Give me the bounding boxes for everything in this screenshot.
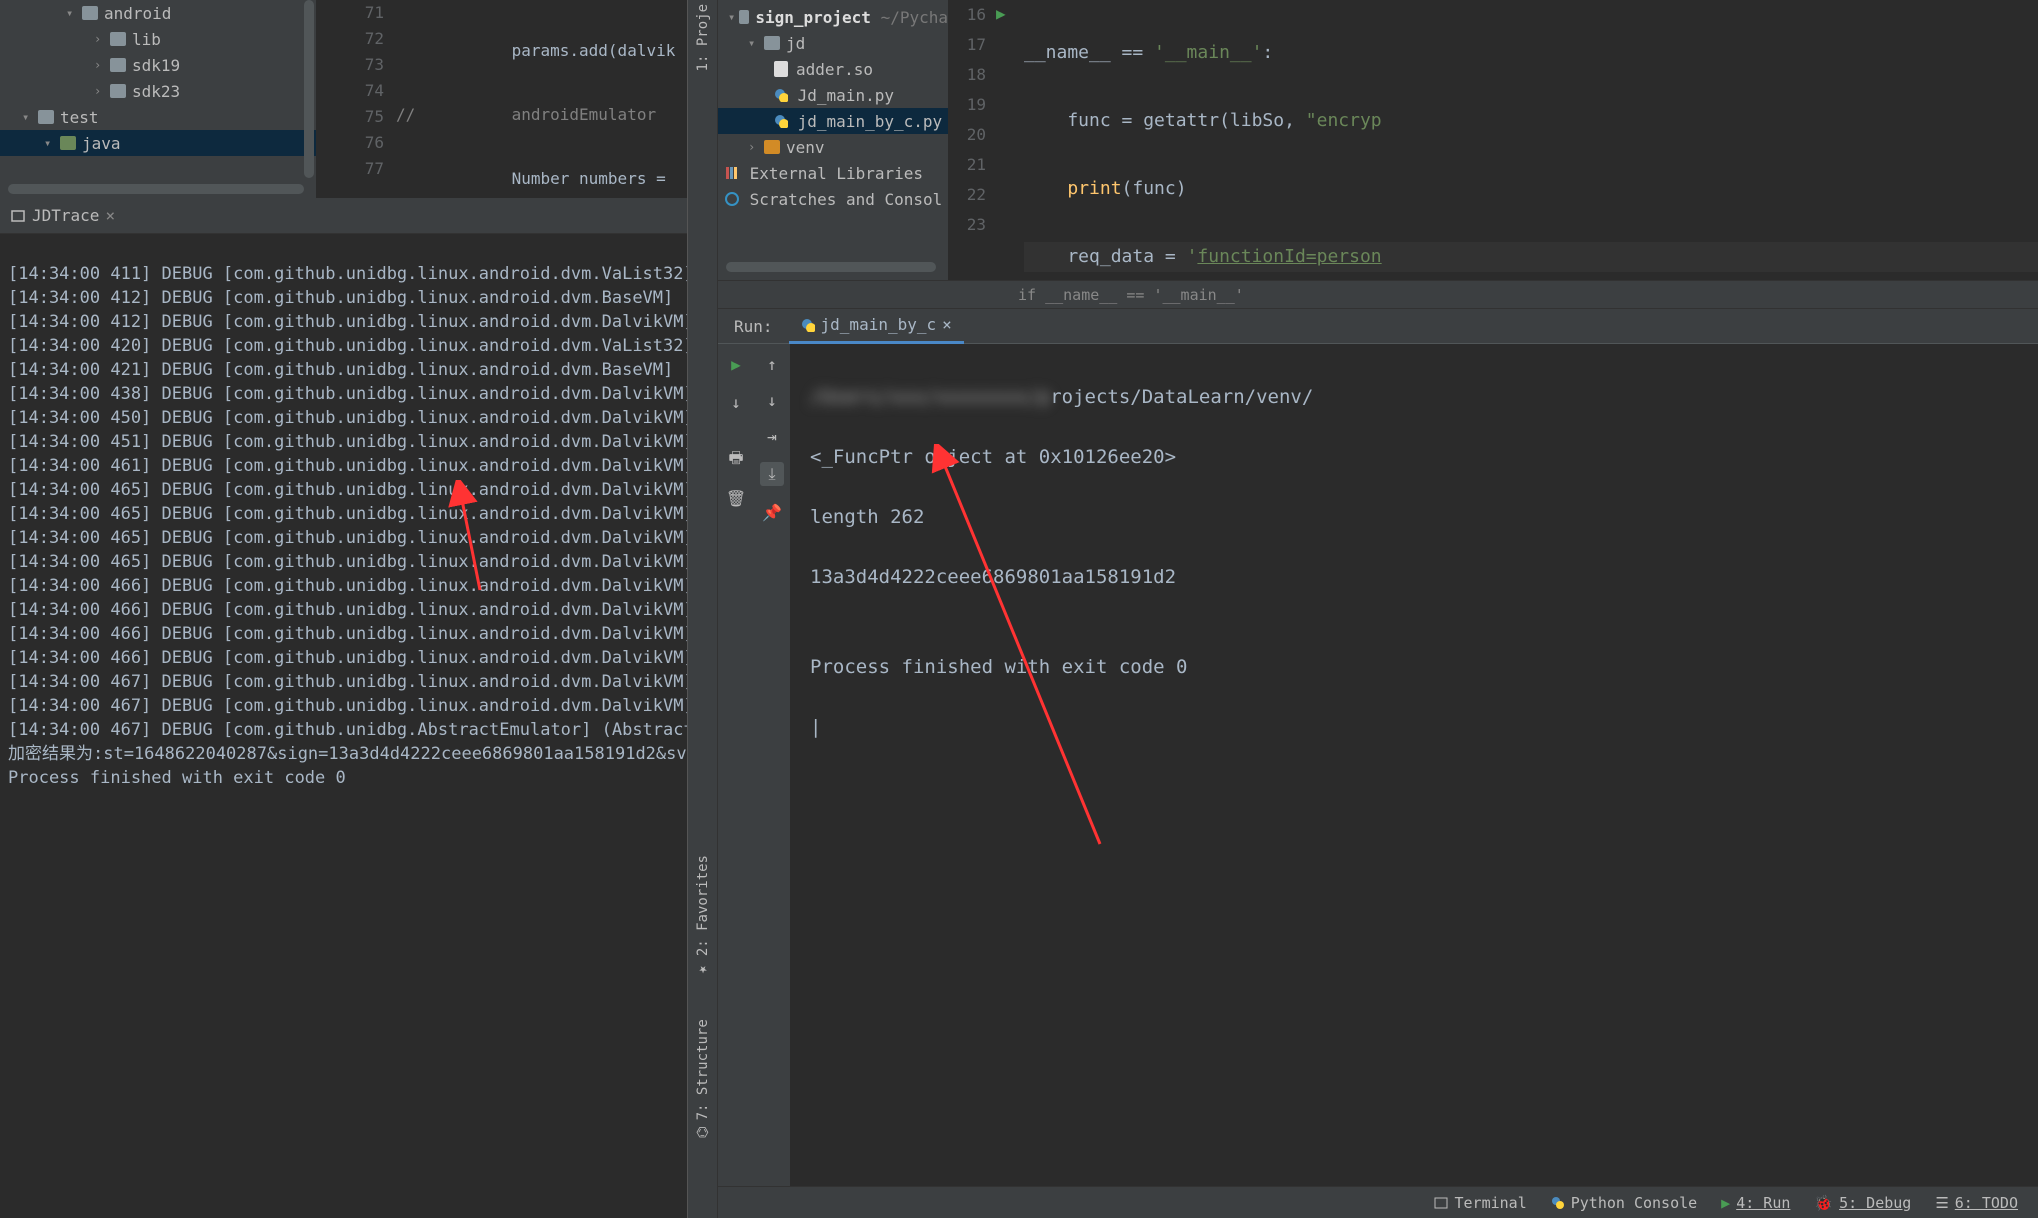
code-content[interactable]: params.add(dalvik // androidEmulator Num… — [396, 0, 687, 198]
status-todo[interactable]: ☰6: TODO — [1935, 1194, 2018, 1212]
scratches-icon — [724, 191, 740, 207]
pin-icon[interactable]: 📌 — [762, 502, 782, 522]
python-icon — [1551, 1196, 1565, 1210]
status-bar: Terminal Python Console ▶4: Run 🐞5: Debu… — [718, 1186, 2038, 1218]
file-icon — [774, 61, 788, 77]
python-icon — [774, 114, 788, 128]
editor-gutter: 71727374757677 — [316, 0, 396, 198]
down-icon[interactable]: ↓ — [726, 392, 746, 412]
horizontal-scrollbar[interactable] — [8, 184, 304, 194]
status-python-console[interactable]: Python Console — [1551, 1194, 1697, 1212]
terminal-icon — [1434, 1196, 1448, 1210]
console-output[interactable]: [14:34:00 411] DEBUG [com.github.unidbg.… — [0, 234, 687, 1218]
run-tab[interactable]: jd_main_by_c × — [789, 308, 964, 344]
run-gutter-icon[interactable]: ▶ — [996, 4, 1006, 23]
project-tree-left[interactable]: ▾android ›lib ›sdk19 ›sdk23 ▾test ▾java — [0, 0, 316, 198]
tree-item-scratches[interactable]: Scratches and Consol — [750, 190, 943, 209]
project-tree-right[interactable]: ▾sign_project ~/Pycha ▾jd adder.so Jd_ma… — [718, 0, 948, 280]
editor-gutter: 1617181920212223 — [948, 0, 996, 280]
tree-item-extlib[interactable]: External Libraries — [750, 164, 923, 183]
side-tab-project[interactable]: 1: Proje — [695, 4, 711, 71]
run-label: Run: — [718, 317, 789, 336]
print-icon[interactable]: 🖶 — [726, 450, 746, 470]
tree-item-adder[interactable]: adder.so — [796, 60, 873, 79]
breadcrumb[interactable]: if __name__ == '__main__' — [718, 280, 2038, 308]
libraries-icon — [724, 165, 740, 181]
wrap-icon[interactable]: ⇥ — [762, 426, 782, 446]
tree-item-venv[interactable]: venv — [786, 138, 825, 157]
down2-icon[interactable]: ↓ — [762, 390, 782, 410]
status-terminal[interactable]: Terminal — [1434, 1194, 1526, 1212]
tree-item-jdmainbyc[interactable]: jd_main_by_c.py — [798, 112, 943, 131]
status-run[interactable]: ▶4: Run — [1721, 1194, 1790, 1212]
code-editor-right[interactable]: 1617181920212223 ▶ __name__ == '__main__… — [948, 0, 2038, 280]
up-icon[interactable]: ↑ — [762, 354, 782, 374]
tree-item-java[interactable]: java — [82, 134, 121, 153]
trash-icon[interactable]: 🗑 — [726, 488, 746, 508]
run-output[interactable]: /Users/xxx/xxxxxxxx/projects/DataLearn/v… — [790, 344, 2038, 1186]
play-icon: ▶ — [1721, 1194, 1730, 1212]
todo-icon: ☰ — [1935, 1194, 1948, 1212]
python-icon — [801, 318, 815, 332]
scroll-end-icon[interactable]: ⤓ — [760, 462, 784, 486]
console-tab-bar: JDTrace × — [0, 198, 687, 234]
side-tab-structure[interactable]: ⌬ 7: Structure — [695, 1019, 711, 1138]
side-tab-favorites[interactable]: ★ 2: Favorites — [695, 855, 711, 978]
run-tools-primary: ▶ ↓ 🖶 🗑 — [718, 344, 754, 1186]
tree-item-sdk23[interactable]: sdk23 — [132, 82, 180, 101]
tree-item-lib[interactable]: lib — [132, 30, 161, 49]
run-tools-secondary: ↑ ↓ ⇥ ⤓ 📌 — [754, 344, 790, 1186]
side-tool-tabs: 1: Proje ★ 2: Favorites ⌬ 7: Structure — [688, 0, 718, 1218]
tree-item-jd[interactable]: jd — [786, 34, 805, 53]
tree-item-sdk19[interactable]: sdk19 — [132, 56, 180, 75]
tree-item-jdmain[interactable]: Jd_main.py — [798, 86, 894, 105]
status-debug[interactable]: 🐞5: Debug — [1814, 1194, 1911, 1212]
tree-item-test[interactable]: test — [60, 108, 99, 127]
bug-icon: 🐞 — [1814, 1194, 1833, 1212]
rerun-icon[interactable]: ▶ — [726, 354, 746, 374]
console-icon — [10, 208, 26, 224]
python-icon — [774, 88, 788, 102]
tree-item-android[interactable]: android — [104, 4, 171, 23]
code-content-right[interactable]: __name__ == '__main__': func = getattr(l… — [1024, 0, 2038, 280]
code-editor-left[interactable]: 71727374757677 params.add(dalvik // andr… — [316, 0, 687, 198]
tab-jdtrace[interactable]: JDTrace × — [0, 206, 125, 225]
close-icon[interactable]: × — [942, 315, 952, 334]
project-root[interactable]: sign_project — [755, 8, 871, 27]
horizontal-scrollbar[interactable] — [726, 262, 936, 272]
vertical-scrollbar[interactable] — [304, 0, 314, 178]
close-icon[interactable]: × — [105, 206, 115, 225]
